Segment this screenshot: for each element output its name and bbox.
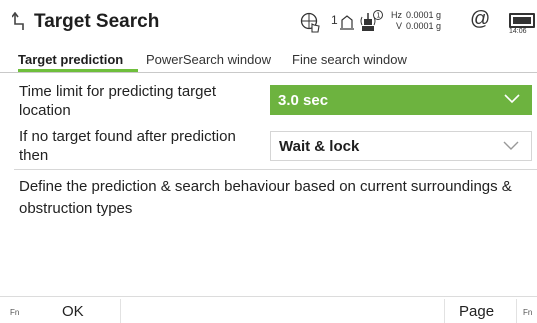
at-icon[interactable]: @ <box>470 8 490 31</box>
chevron-down-icon <box>503 141 519 150</box>
softkey-bar: Fn OK Page Fn <box>0 296 537 323</box>
face-indicator[interactable]: 1 <box>331 13 355 31</box>
softkey-divider <box>444 299 445 323</box>
hz-value: 0.0001 g <box>406 10 442 20</box>
svg-text:1: 1 <box>376 12 380 20</box>
time-limit-label: Time limit for predicting target locatio… <box>19 83 217 119</box>
title-bar: Target Search 1 1 Hz 0.0001 g V 0.0001 g… <box>0 0 537 46</box>
fn-left-key[interactable]: Fn <box>10 308 19 317</box>
angle-readout: Hz 0.0001 g V 0.0001 g <box>388 10 441 32</box>
hz-label: Hz <box>391 10 402 20</box>
instrument-target-icon[interactable]: 1 <box>358 9 384 35</box>
softkey-divider <box>120 299 121 323</box>
no-target-select[interactable]: Wait & lock <box>270 131 532 161</box>
fn-right-key[interactable]: Fn <box>523 308 532 317</box>
time-limit-select[interactable]: 3.0 sec <box>270 85 532 115</box>
v-label: V <box>395 21 402 31</box>
clock-time: 14:06 <box>509 28 527 35</box>
v-value: 0.0001 g <box>406 21 442 31</box>
no-target-value: Wait & lock <box>279 137 360 155</box>
page-button[interactable]: Page <box>459 303 494 320</box>
tab-bar: Target prediction PowerSearch window Fin… <box>0 50 537 73</box>
face-number: 1 <box>331 13 338 27</box>
ok-button[interactable]: OK <box>62 303 84 320</box>
softkey-divider <box>516 299 517 323</box>
face-one-icon <box>340 15 354 30</box>
tab-fine-search-window[interactable]: Fine search window <box>292 52 407 67</box>
time-limit-value: 3.0 sec <box>278 91 329 109</box>
chevron-down-icon <box>504 94 520 104</box>
battery-icon[interactable]: 14:06 <box>509 13 537 39</box>
no-target-label: If no target found after prediction then <box>19 128 236 164</box>
crosshair-hand-icon[interactable] <box>300 12 322 34</box>
tab-powersearch-window[interactable]: PowerSearch window <box>146 52 271 67</box>
divider <box>14 169 537 170</box>
tab-target-prediction[interactable]: Target prediction <box>18 52 123 67</box>
page-title: Target Search <box>34 11 160 32</box>
description-text: Define the prediction & search behaviour… <box>19 178 512 217</box>
back-arrow-icon[interactable] <box>12 12 26 32</box>
active-tab-indicator <box>18 69 138 72</box>
